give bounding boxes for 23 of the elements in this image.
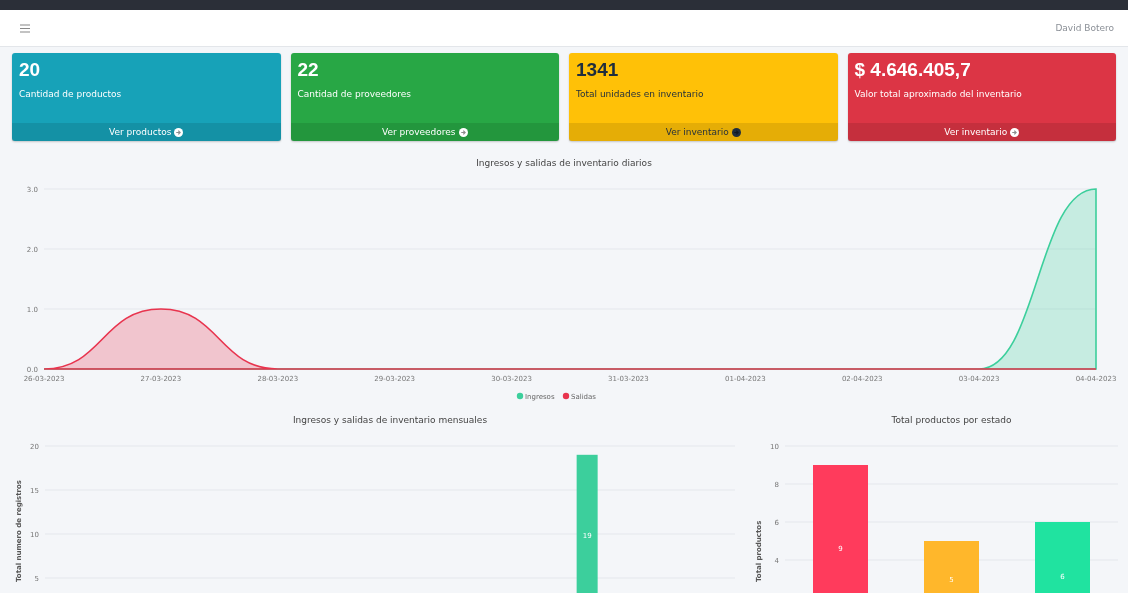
bar bbox=[924, 541, 979, 593]
chart-title: Ingresos y salidas de inventario diarios bbox=[476, 158, 652, 168]
stat-label: Valor total aproximado del inventario bbox=[854, 89, 1023, 99]
card-footer-link[interactable]: Ver productos bbox=[12, 123, 281, 141]
stat-value: 22 bbox=[297, 59, 320, 81]
card-footer-link[interactable]: Ver proveedores bbox=[290, 123, 559, 141]
chart-title: Total productos por estado bbox=[891, 415, 1012, 425]
chart-title: Ingresos y salidas de inventario mensuales bbox=[292, 415, 488, 425]
card-footer-link[interactable]: Ver inventario bbox=[847, 123, 1116, 141]
user-name[interactable]: David Botero bbox=[1055, 23, 1114, 33]
stat-value: 20 bbox=[19, 59, 42, 81]
menu-icon[interactable] bbox=[20, 23, 30, 33]
stat-label: Cantidad de proveedores bbox=[297, 89, 412, 99]
arrow-circle-icon bbox=[458, 127, 468, 137]
stat-label: Cantidad de productos bbox=[19, 89, 123, 99]
stat-value: 1341 bbox=[576, 59, 620, 81]
arrow-circle-icon bbox=[731, 127, 741, 137]
stat-label: Total unidades en inventario bbox=[576, 89, 705, 99]
arrow-circle-icon bbox=[174, 127, 184, 137]
stat-value: $ 4.646.405,7 bbox=[854, 59, 972, 81]
arrow-circle-icon bbox=[1010, 127, 1020, 137]
card-footer-link[interactable]: Ver inventario bbox=[569, 123, 838, 141]
bar bbox=[1035, 522, 1090, 593]
